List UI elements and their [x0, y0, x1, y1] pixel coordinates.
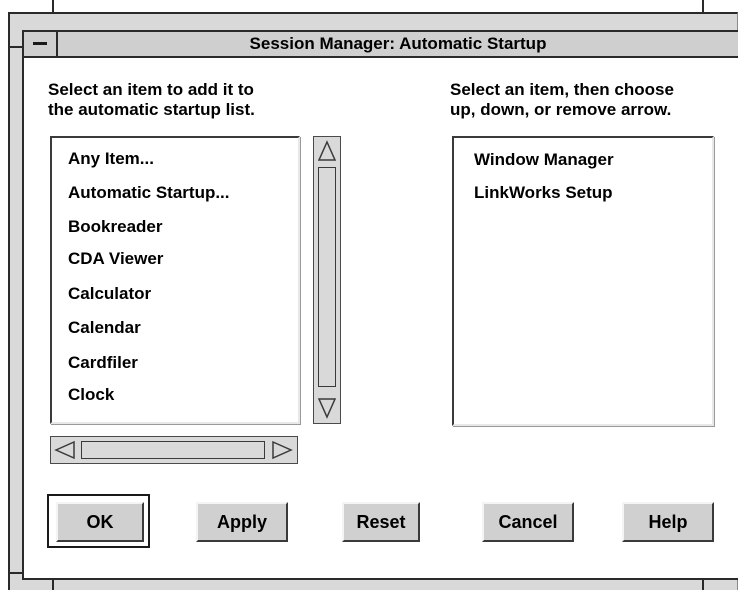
frame-resize-mark [8, 46, 22, 48]
available-items-list[interactable]: Any Item... Automatic Startup... Bookrea… [50, 136, 300, 424]
list-item[interactable]: Clock [68, 385, 114, 405]
list-item[interactable]: LinkWorks Setup [474, 183, 613, 203]
list-item[interactable]: Calendar [68, 318, 141, 338]
list-item[interactable]: Cardfiler [68, 353, 138, 373]
triangle-up-icon[interactable] [317, 140, 337, 162]
startup-instruction-line1: Select an item, then choose [450, 80, 674, 99]
triangle-right-icon[interactable] [271, 440, 293, 460]
list-item[interactable]: Automatic Startup... [68, 183, 230, 203]
frame-resize-mark [8, 572, 22, 574]
list-item[interactable]: Window Manager [474, 150, 614, 170]
window-menu-button[interactable] [24, 32, 58, 56]
available-instruction-line1: Select an item to add it to [48, 80, 254, 99]
startup-instruction-line2: up, down, or remove arrow. [450, 100, 672, 119]
frame-resize-mark [52, 0, 54, 14]
window-title: Session Manager: Automatic Startup [249, 34, 547, 53]
horizontal-scrollbar-thumb[interactable] [81, 441, 265, 459]
available-instruction-line2: the automatic startup list. [48, 100, 255, 119]
ok-button[interactable]: OK [56, 502, 144, 542]
list-item[interactable]: Any Item... [68, 149, 154, 169]
reset-button[interactable]: Reset [342, 502, 420, 542]
title-bar[interactable]: Session Manager: Automatic Startup [22, 30, 738, 58]
available-list-vertical-scrollbar[interactable] [313, 136, 341, 424]
help-button[interactable]: Help [622, 502, 714, 542]
available-list-horizontal-scrollbar[interactable] [50, 436, 298, 464]
triangle-down-icon[interactable] [317, 397, 337, 419]
frame-resize-mark [702, 0, 704, 14]
triangle-left-icon[interactable] [54, 440, 76, 460]
list-item[interactable]: Bookreader [68, 217, 162, 237]
startup-items-list[interactable]: Window Manager LinkWorks Setup [452, 136, 714, 426]
list-item[interactable]: CDA Viewer [68, 249, 163, 269]
list-item[interactable]: Calculator [68, 284, 151, 304]
window-menu-icon [33, 42, 47, 45]
cancel-button[interactable]: Cancel [482, 502, 574, 542]
dialog-body: Select an item to add it to the automati… [22, 58, 738, 580]
apply-button[interactable]: Apply [196, 502, 288, 542]
vertical-scrollbar-thumb[interactable] [318, 167, 336, 387]
